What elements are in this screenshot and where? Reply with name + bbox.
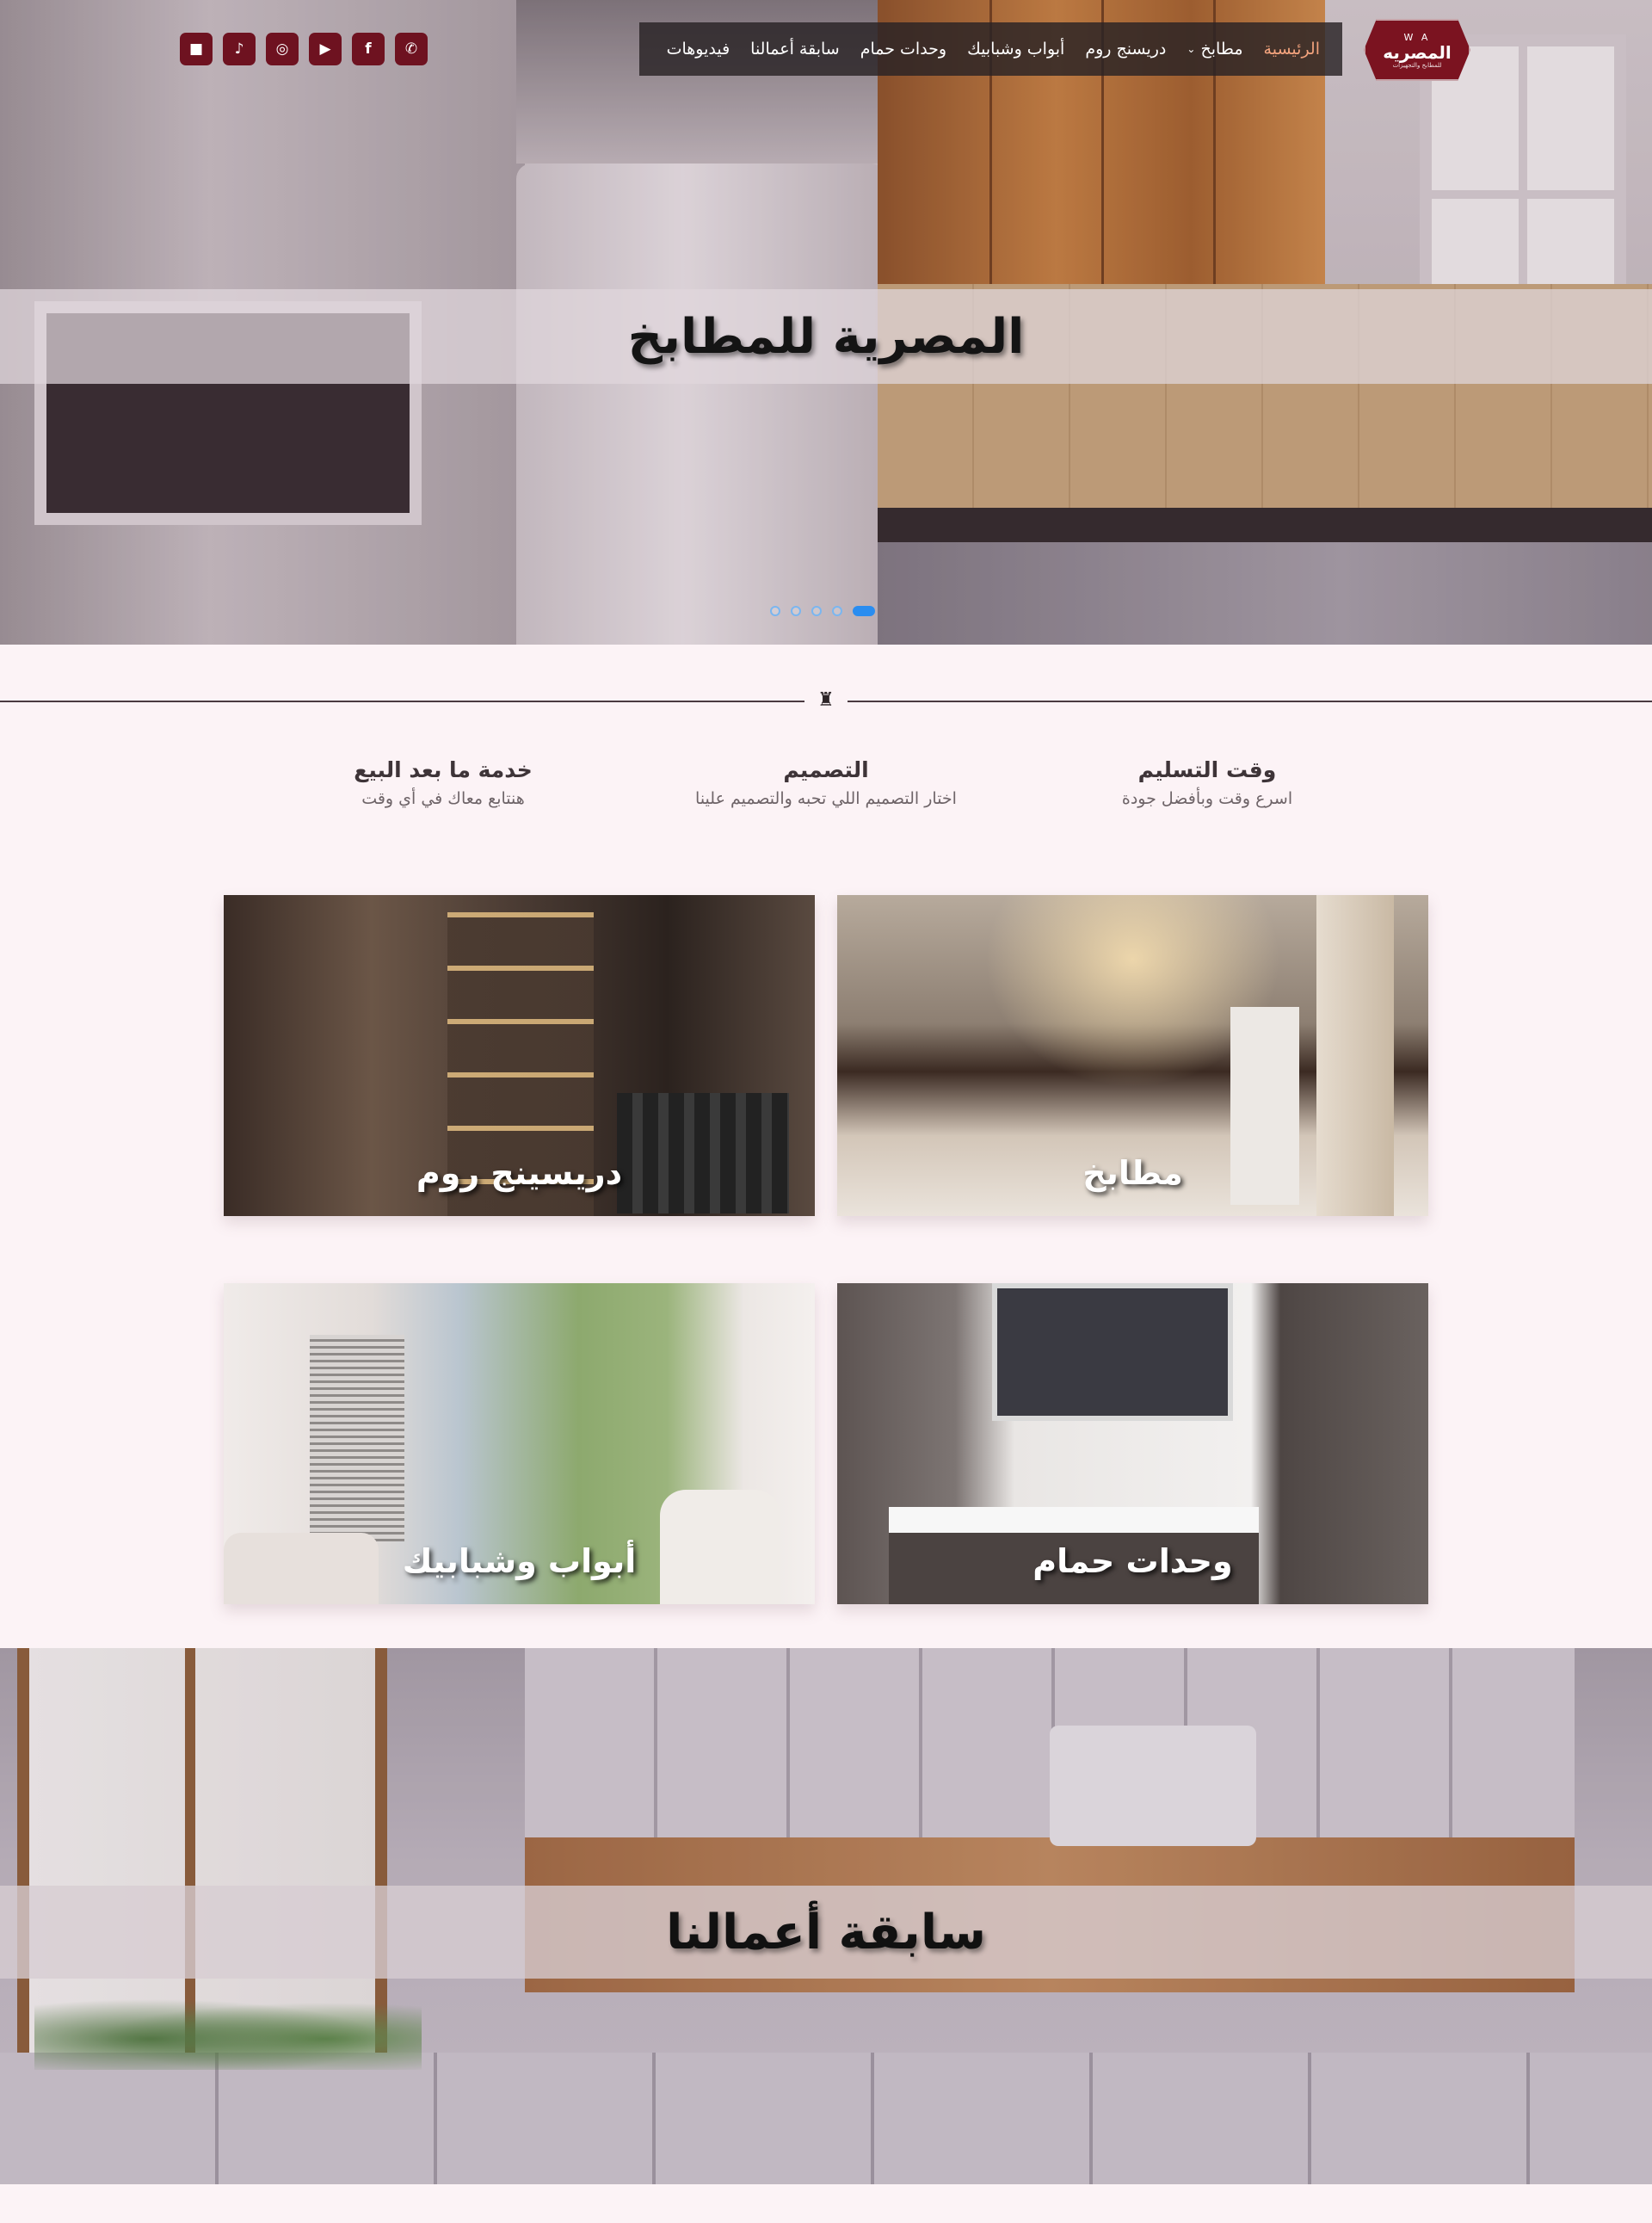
hero-title: المصرية للمطابخ (627, 308, 1025, 365)
facebook-icon[interactable]: f (352, 33, 385, 65)
nav-item-label: مطابخ (1200, 40, 1243, 59)
section-divider (0, 701, 804, 702)
nav-item-portfolio[interactable]: سابقة أعمالنا (740, 40, 850, 59)
card-label: أبواب وشبابيك (402, 1542, 637, 1580)
feature-after-sales: خدمة ما بعد البيع هنتابع معاك في أي وقت (288, 757, 598, 808)
category-card-dressing-room[interactable]: دريسينج روم (224, 895, 815, 1216)
slider-dot[interactable] (811, 606, 822, 616)
feature-text: هنتابع معاك في أي وقت (361, 789, 525, 808)
nav-item-videos[interactable]: فيديوهات (656, 40, 741, 59)
whatsapp-icon[interactable]: ✆ (395, 33, 428, 65)
slider-dot[interactable] (791, 606, 801, 616)
card-label: مطابخ (1082, 1154, 1183, 1192)
slider-dot-active[interactable] (853, 606, 875, 616)
nav-item-bathroom-units[interactable]: وحدات حمام (850, 40, 957, 59)
ornament-icon: ♜ (817, 689, 835, 711)
section-divider (848, 701, 1652, 702)
nav-item-home[interactable]: الرئيسية (1254, 40, 1330, 59)
slider-dots (770, 606, 875, 616)
feature-text: اختار التصميم اللي تحبه والتصميم علينا (695, 789, 957, 808)
feature-text: اسرع وقت وبأفضل جودة (1121, 789, 1293, 808)
site-logo[interactable]: W A المصريه للمطابخ والتجهيزات (1364, 19, 1470, 81)
category-card-kitchens[interactable]: مطابخ (837, 895, 1428, 1216)
category-card-doors-windows[interactable]: أبواب وشبابيك (224, 1283, 815, 1604)
slider-dot[interactable] (770, 606, 780, 616)
portfolio-banner: سابقة أعمالنا (0, 1648, 1652, 2184)
instagram-icon[interactable]: ◎ (266, 33, 299, 65)
nav-item-doors-windows[interactable]: أبواب وشبابيك (957, 40, 1075, 59)
hero-caption-band: المصرية للمطابخ (0, 289, 1652, 384)
main-nav: الرئيسية مطابخ ⌄ دريسنج روم أبواب وشبابي… (639, 22, 1342, 76)
portfolio-caption-band: سابقة أعمالنا (0, 1886, 1652, 1979)
logo-name: المصريه (1383, 41, 1452, 63)
youtube-icon[interactable]: ▶ (309, 33, 342, 65)
nav-item-dressing-room[interactable]: دريسنج روم (1075, 40, 1176, 59)
feature-title: وقت التسليم (1137, 757, 1277, 782)
portfolio-title: سابقة أعمالنا (666, 1904, 986, 1961)
logo-tagline: للمطابخ والتجهيزات (1392, 61, 1442, 69)
card-label: وحدات حمام (1032, 1542, 1233, 1580)
chevron-down-icon: ⌄ (1187, 43, 1196, 55)
feature-design: التصميم اختار التصميم اللي تحبه والتصميم… (671, 757, 981, 808)
card-label: دريسينج روم (416, 1154, 623, 1192)
logo-mark: W A (1403, 31, 1431, 43)
nav-item-kitchens[interactable]: مطابخ ⌄ (1176, 40, 1253, 59)
category-card-bathroom-units[interactable]: وحدات حمام (837, 1283, 1428, 1604)
tiktok-icon[interactable]: ♪ (223, 33, 256, 65)
slider-dot[interactable] (832, 606, 842, 616)
feature-title: التصميم (783, 757, 869, 782)
feature-delivery: وقت التسليم اسرع وقت وبأفضل جودة (1052, 757, 1362, 808)
hero-slider: المصرية للمطابخ (0, 0, 1652, 645)
feature-title: خدمة ما بعد البيع (354, 757, 533, 782)
video-icon[interactable]: ■ (180, 33, 213, 65)
social-links: ■ ♪ ◎ ▶ f ✆ (180, 33, 428, 65)
